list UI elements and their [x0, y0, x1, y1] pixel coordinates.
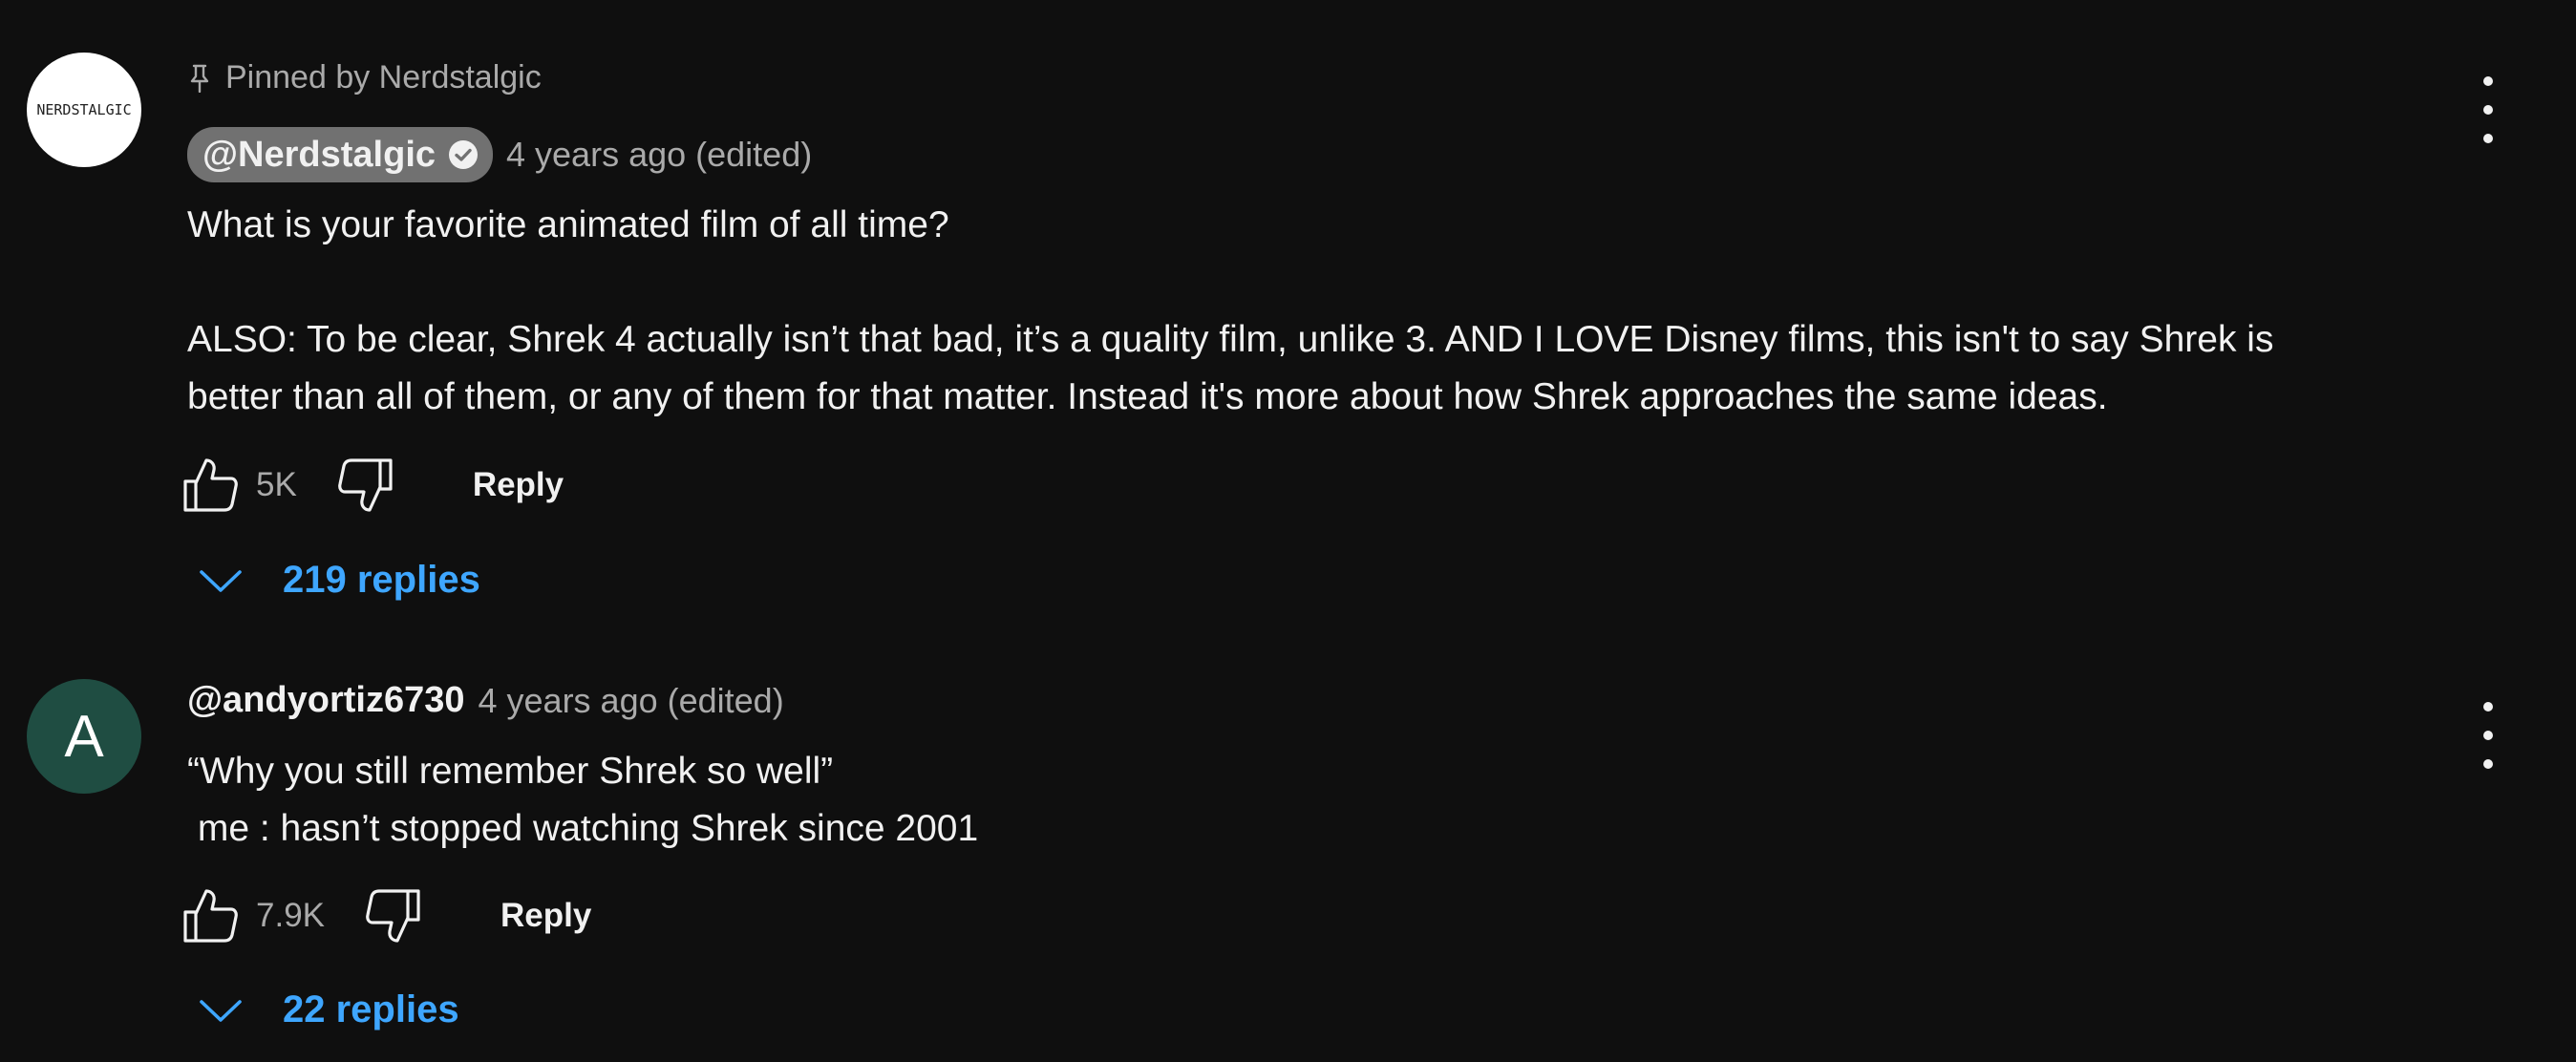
avatar-logo-text: NERDSTALGIC [36, 101, 132, 118]
avatar[interactable]: A [27, 679, 141, 794]
pinned-label: Pinned by Nerdstalgic [225, 59, 542, 96]
verified-check-icon [449, 140, 479, 169]
view-replies-button[interactable]: 22 replies [199, 988, 459, 1031]
thumbs-down-icon[interactable] [335, 456, 394, 515]
avatar[interactable]: NERDSTALGIC [27, 53, 141, 167]
thumbs-up-icon[interactable] [181, 456, 241, 515]
comment-menu-button[interactable] [2474, 702, 2502, 769]
pin-icon [190, 64, 209, 93]
reply-button[interactable]: Reply [473, 466, 564, 504]
thumbs-down-icon[interactable] [363, 886, 422, 945]
chevron-down-icon [200, 999, 242, 1022]
author-name: @Nerdstalgic [202, 134, 436, 175]
pinned-indicator: Pinned by Nerdstalgic [187, 59, 542, 96]
avatar-initial: A [64, 703, 104, 770]
comment-timestamp[interactable]: 4 years ago (edited) [479, 681, 784, 721]
like-count: 5K [256, 466, 297, 503]
comment-timestamp[interactable]: 4 years ago (edited) [506, 135, 812, 175]
comment-header: @Nerdstalgic 4 years ago (edited) [187, 127, 812, 182]
chevron-down-icon [200, 569, 242, 592]
comment-text: What is your favorite animated film of a… [187, 204, 2274, 417]
replies-count-label: 219 replies [283, 559, 480, 601]
more-vert-icon [2483, 76, 2493, 86]
reply-button[interactable]: Reply [500, 897, 591, 935]
view-replies-button[interactable]: 219 replies [199, 559, 480, 602]
author-name-chip[interactable]: @Nerdstalgic [187, 127, 494, 182]
comment-menu-button[interactable] [2474, 76, 2502, 143]
comment-text: “Why you still remember Shrek so well” m… [187, 751, 979, 849]
more-vert-icon [2483, 702, 2493, 712]
comment-actions: 7.9K Reply [181, 882, 591, 949]
like-count: 7.9K [256, 897, 325, 934]
comment-header: @andyortiz6730 4 years ago (edited) [187, 680, 784, 721]
author-name[interactable]: @andyortiz6730 [187, 680, 465, 721]
comment-actions: 5K Reply [181, 452, 564, 519]
comments-section: NERDSTALGIC Pinned by Nerdstalgic @Nerds… [0, 0, 2576, 1062]
thumbs-up-icon[interactable] [181, 886, 241, 945]
replies-count-label: 22 replies [283, 988, 459, 1030]
